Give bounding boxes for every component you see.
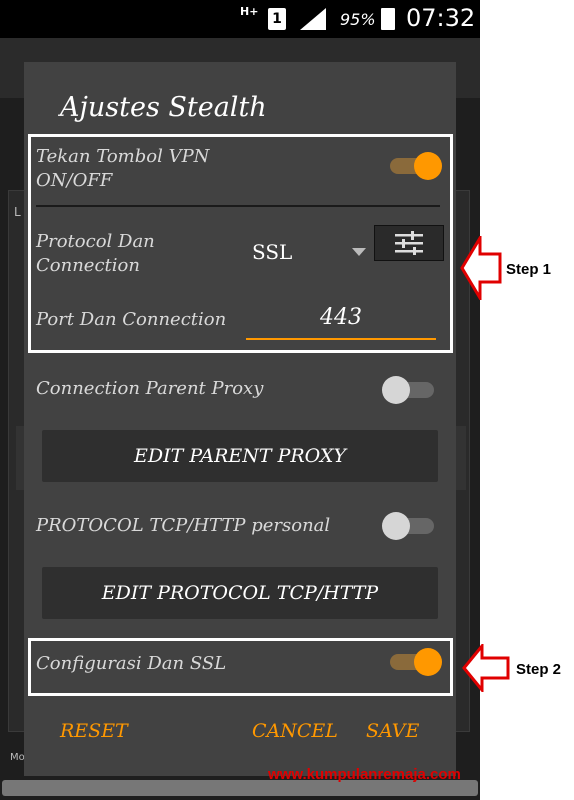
- step2-highlight-box: [28, 638, 453, 696]
- cancel-button[interactable]: CANCEL: [252, 720, 338, 742]
- battery-percent: 95%: [340, 10, 376, 29]
- step2-label: Step 2: [516, 661, 562, 678]
- dialog-title: Ajustes Stealth: [60, 92, 267, 123]
- background-label: L: [14, 205, 21, 219]
- reset-button[interactable]: RESET: [60, 720, 128, 742]
- step1-highlight-box: [28, 134, 453, 353]
- signal-icon: [300, 8, 326, 34]
- protocol-tcp-switch[interactable]: [382, 510, 434, 540]
- edit-protocol-tcp-button[interactable]: EDIT PROTOCOL TCP/HTTP: [42, 567, 438, 619]
- clock: 07:32: [406, 4, 476, 32]
- parent-proxy-label: Connection Parent Proxy: [36, 378, 264, 399]
- parent-proxy-switch[interactable]: [382, 374, 434, 404]
- sim-icon: 1: [268, 8, 286, 30]
- step1-label: Step 1: [506, 261, 552, 278]
- battery-icon: [381, 8, 395, 30]
- edit-parent-proxy-button[interactable]: EDIT PARENT PROXY: [42, 430, 438, 482]
- network-indicator: H+: [240, 5, 259, 18]
- watermark: www.kumpulanremaja.com: [268, 766, 461, 783]
- protocol-tcp-label: PROTOCOL TCP/HTTP personal: [36, 515, 331, 536]
- step1-arrow-icon: [460, 236, 502, 300]
- step2-arrow-icon: [462, 644, 510, 692]
- status-bar: H+ 1 95% 07:32: [0, 0, 480, 38]
- background-label: Mo: [10, 752, 25, 763]
- save-button[interactable]: SAVE: [366, 720, 419, 742]
